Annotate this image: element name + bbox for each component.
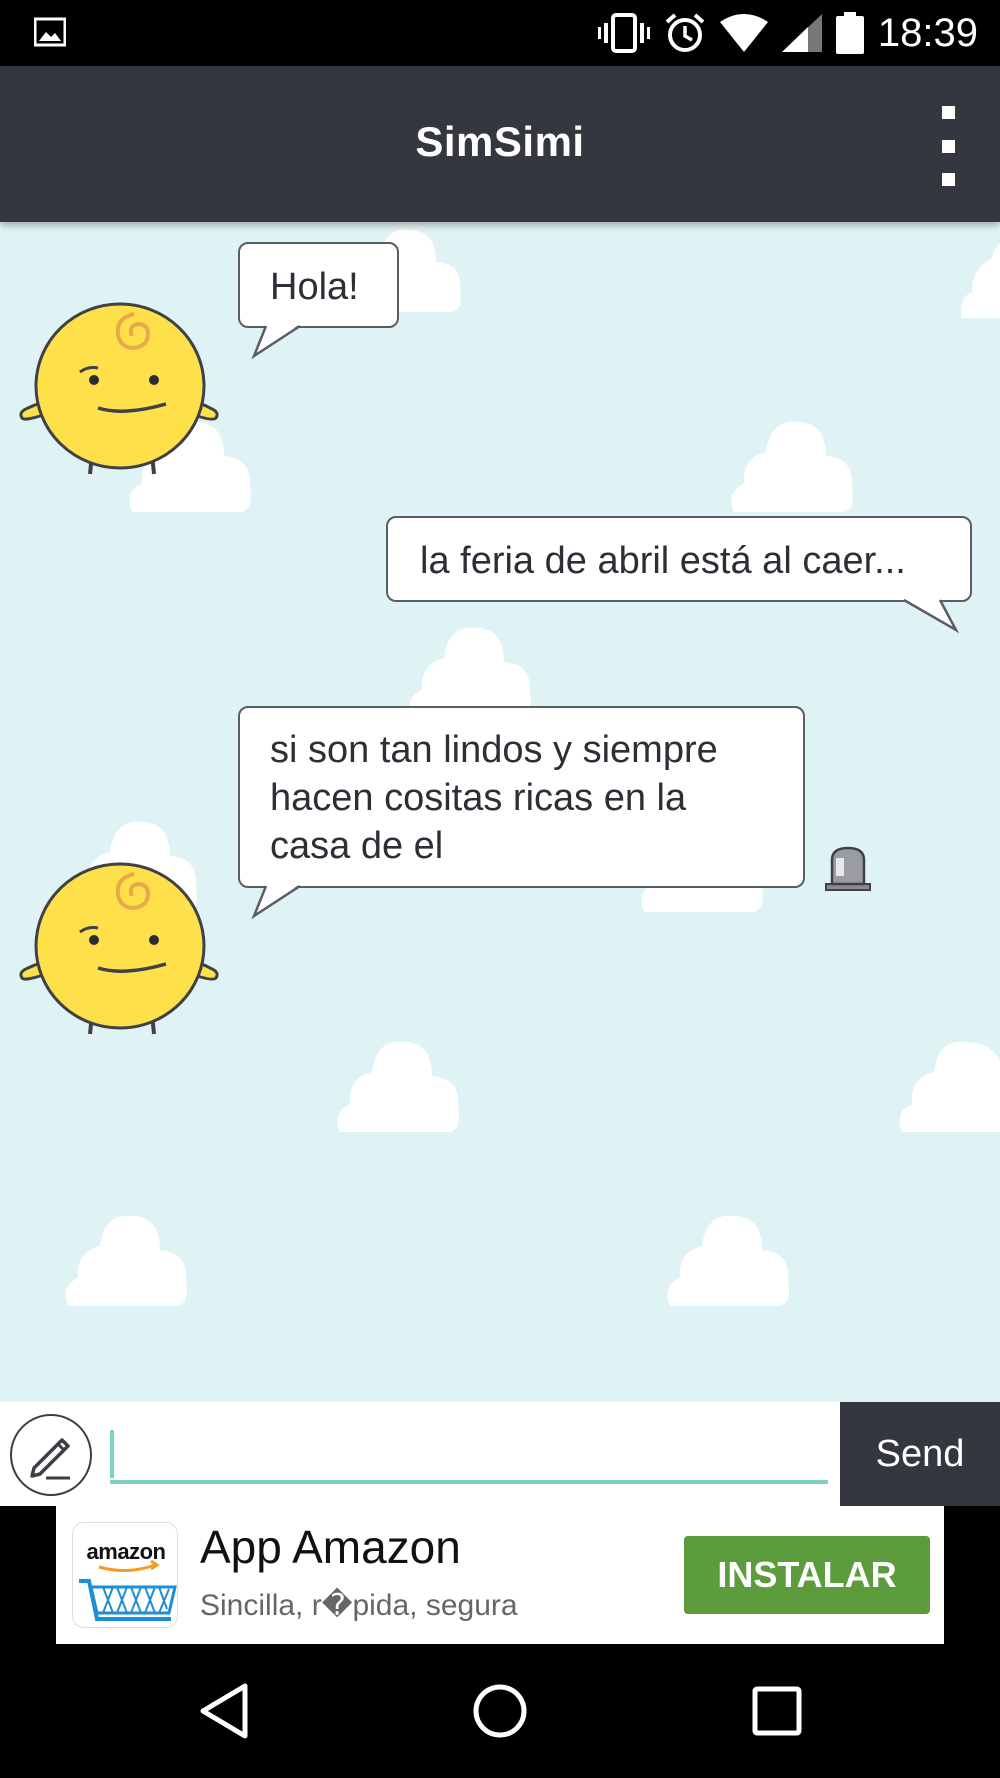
ad-title: App Amazon: [200, 1521, 461, 1573]
home-button[interactable]: [460, 1674, 540, 1748]
cloud-decoration: [731, 421, 853, 512]
battery-icon: [835, 12, 864, 54]
ad-subtitle: Sincilla, r�pida, segura: [200, 1589, 518, 1622]
alarm-icon: [664, 12, 706, 54]
image-notification-icon: [34, 17, 66, 47]
overflow-menu-icon[interactable]: [926, 106, 970, 186]
signal-icon: [781, 14, 822, 52]
amazon-app-logo: amazon: [72, 1522, 178, 1628]
send-button[interactable]: Send: [840, 1402, 1000, 1506]
cloud-decoration: [337, 1041, 459, 1132]
bubble-tail: [251, 884, 301, 920]
bubble-tail: [900, 598, 960, 634]
message-text: Hola!: [270, 266, 359, 308]
cloud-decoration: [409, 627, 531, 718]
recents-button[interactable]: [737, 1674, 817, 1748]
message-input[interactable]: [110, 1424, 828, 1484]
cloud-decoration: [667, 1215, 789, 1306]
cloud-decoration: [65, 1215, 187, 1306]
edit-pencil-button[interactable]: [10, 1414, 92, 1496]
text-caret: [110, 1430, 114, 1478]
simsimi-avatar[interactable]: [16, 296, 222, 478]
simsimi-avatar[interactable]: [16, 856, 222, 1038]
shopping-cart-icon: [79, 1559, 177, 1621]
app-title: SimSimi: [415, 118, 585, 165]
user-message-bubble: la feria de abril está al caer...: [386, 516, 972, 602]
chat-area[interactable]: Hola! la feria de abril está al caer... …: [0, 222, 1000, 1402]
message-input-bar: Send: [0, 1402, 1000, 1506]
cloud-decoration: [899, 1041, 1000, 1132]
status-bar: 18:39: [0, 0, 1000, 66]
bubble-tail: [251, 324, 301, 360]
bot-message-bubble: Hola!: [238, 242, 399, 328]
message-text-line: casa de el: [270, 825, 444, 867]
install-button[interactable]: INSTALAR: [684, 1536, 930, 1614]
message-text: la feria de abril está al caer...: [420, 540, 906, 582]
navigation-bar: [0, 1644, 1000, 1778]
ad-banner[interactable]: amazon App Amazon Sincilla, r�pida, segu…: [56, 1506, 944, 1644]
message-text-line: si son tan lindos y siempre: [270, 729, 718, 771]
back-icon: [200, 1683, 248, 1739]
back-button[interactable]: [184, 1674, 264, 1748]
wifi-icon: [719, 14, 768, 52]
message-text-line: hacen cositas ricas en la: [270, 777, 687, 819]
vibrate-icon: [597, 13, 650, 53]
recents-icon: [752, 1686, 802, 1736]
ad-strip: amazon App Amazon Sincilla, r�pida, segu…: [0, 1506, 1000, 1644]
home-icon: [473, 1684, 527, 1738]
cloud-decoration: [961, 243, 1000, 318]
bot-message-bubble: si son tan lindos y siempre hacen cosita…: [238, 706, 805, 888]
app-bar: SimSimi: [0, 66, 1000, 222]
siren-report-icon[interactable]: [824, 846, 872, 892]
status-time: 18:39: [877, 10, 978, 55]
pencil-icon: [30, 1438, 70, 1480]
